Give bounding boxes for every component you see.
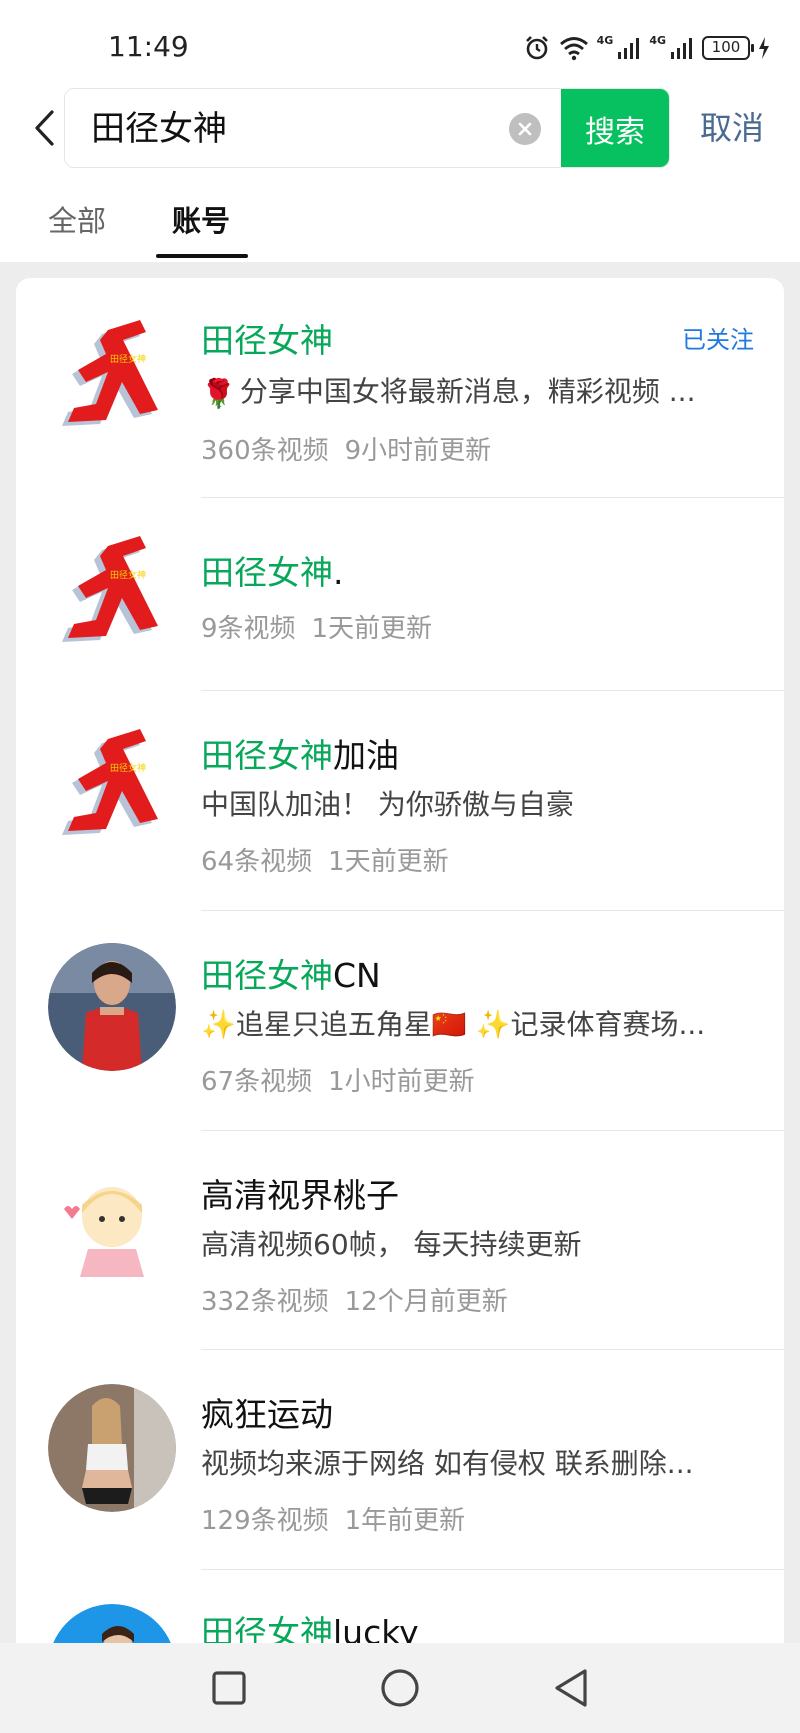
search-input[interactable] — [91, 89, 491, 167]
list-item[interactable]: 田径女神 田径女神. 9条视频 1天前更新 — [16, 498, 784, 691]
avatar: 田径女神 — [62, 320, 158, 426]
results-card: 田径女神 田径女神 已关注 🌹 分享中国女将最新消息，精彩视频 ... 360条视… — [16, 278, 784, 1668]
square-icon — [212, 1671, 246, 1705]
clear-button[interactable] — [509, 113, 541, 145]
tab-bar: 全部 账号 — [0, 196, 800, 262]
avatar — [48, 1384, 176, 1512]
result-description: 🌹 分享中国女将最新消息，精彩视频 ... — [201, 370, 761, 410]
network-type-label: 4G — [649, 34, 666, 47]
close-icon — [518, 122, 532, 136]
back-button[interactable] — [22, 106, 66, 150]
system-navigation-bar — [0, 1643, 800, 1733]
battery-indicator: 100 — [702, 36, 754, 60]
list-item[interactable]: 田径女神 田径女神 已关注 🌹 分享中国女将最新消息，精彩视频 ... 360条视… — [16, 278, 784, 498]
update-time: 12个月前更新 — [344, 1287, 508, 1317]
avatar: 田径女神 — [62, 536, 158, 642]
list-item[interactable]: 高清视界桃子 高清视频60帧， 每天持续更新 332条视频 12个月前更新 — [16, 1131, 784, 1350]
result-title: 高清视界桃子 — [201, 1169, 399, 1217]
recent-apps-button[interactable] — [204, 1663, 254, 1713]
update-time: 1天前更新 — [328, 847, 449, 877]
video-count: 64条视频 — [201, 847, 313, 877]
triangle-back-icon — [555, 1669, 587, 1707]
title-rest-text: . — [333, 553, 344, 592]
avatar — [48, 1165, 176, 1293]
avatar — [48, 943, 176, 1071]
followed-tag[interactable]: 已关注 — [682, 320, 754, 355]
result-title: 田径女神加油 — [201, 729, 399, 777]
title-match-text: 田径女神 — [201, 321, 333, 360]
circle-icon — [381, 1669, 419, 1707]
title-match-text: 田径女神 — [201, 553, 333, 592]
alarm-icon — [523, 34, 551, 62]
title-rest-text: 疯狂运动 — [201, 1395, 333, 1434]
search-row: 搜索 取消 — [0, 88, 800, 168]
status-bar: 11:49 4G 4G 100 — [0, 0, 800, 90]
result-description: ✨追星只追五角星🇨🇳 ✨记录体育赛场... — [201, 1008, 706, 1041]
status-time: 11:49 — [108, 30, 189, 63]
result-description: 视频均来源于网络 如有侵权 联系删除... — [201, 1447, 694, 1480]
rose-icon: 🌹 — [201, 376, 236, 410]
list-item[interactable]: 疯狂运动 视频均来源于网络 如有侵权 联系删除... 129条视频 1年前更新 — [16, 1350, 784, 1570]
video-count: 129条视频 — [201, 1506, 329, 1536]
result-meta: 129条视频 1年前更新 — [201, 1500, 465, 1537]
video-count: 67条视频 — [201, 1067, 313, 1097]
avatar: 田径女神 — [62, 729, 158, 835]
avatar-logo-text: 田径女神 — [110, 353, 146, 365]
avatar-logo-text: 田径女神 — [110, 762, 146, 774]
chevron-left-icon — [35, 110, 54, 146]
result-meta: 360条视频 9小时前更新 — [201, 430, 491, 467]
update-time: 1年前更新 — [344, 1506, 466, 1536]
result-description: 高清视频60帧， 每天持续更新 — [201, 1228, 582, 1261]
title-rest-text: CN — [333, 956, 381, 995]
description-text: 分享中国女将最新消息，精彩视频 ... — [239, 375, 696, 408]
result-meta: 64条视频 1天前更新 — [201, 841, 449, 878]
tab-all[interactable]: 全部 — [48, 196, 106, 262]
result-meta: 9条视频 1天前更新 — [201, 608, 432, 645]
signal-icon — [617, 36, 641, 60]
search-button[interactable]: 搜索 — [561, 89, 669, 167]
home-button[interactable] — [375, 1663, 425, 1713]
signal-icon — [670, 36, 694, 60]
top-area: 11:49 4G 4G 100 田径女神 搜索 取消 全部 账号 — [0, 0, 800, 262]
result-meta: 67条视频 1小时前更新 — [201, 1061, 475, 1098]
cancel-button[interactable]: 取消 — [700, 88, 764, 168]
title-rest-text: 加油 — [333, 736, 399, 775]
list-item[interactable]: 田径女神CN ✨追星只追五角星🇨🇳 ✨记录体育赛场... 67条视频 1小时前更新 — [16, 911, 784, 1131]
result-description: 中国队加油！ 为你骄傲与自豪 — [201, 788, 574, 821]
update-time: 9小时前更新 — [344, 436, 492, 466]
title-match-text: 田径女神 — [201, 956, 333, 995]
tab-accounts[interactable]: 账号 — [172, 196, 230, 262]
video-count: 360条视频 — [201, 436, 329, 466]
video-count: 9条视频 — [201, 614, 296, 644]
charging-icon — [758, 36, 770, 60]
status-icons: 4G 4G 100 — [523, 34, 770, 62]
video-count: 332条视频 — [201, 1287, 329, 1317]
result-title: 田径女神 — [201, 314, 333, 362]
result-title: 疯狂运动 — [201, 1388, 333, 1436]
back-nav-button[interactable] — [546, 1663, 596, 1713]
update-time: 1小时前更新 — [328, 1067, 475, 1097]
search-box: 搜索 — [64, 88, 670, 168]
tab-active-indicator — [156, 254, 248, 258]
result-title: 田径女神. — [201, 546, 344, 594]
network-type-label: 4G — [596, 34, 614, 47]
update-time: 1天前更新 — [311, 614, 433, 644]
title-rest-text: 高清视界桃子 — [201, 1176, 399, 1215]
list-item[interactable]: 田径女神 田径女神加油 中国队加油！ 为你骄傲与自豪 64条视频 1天前更新 — [16, 691, 784, 911]
wifi-icon — [559, 35, 589, 61]
result-meta: 332条视频 12个月前更新 — [201, 1281, 508, 1318]
result-title: 田径女神CN — [201, 949, 381, 997]
title-match-text: 田径女神 — [201, 736, 333, 775]
avatar-logo-text: 田径女神 — [110, 569, 146, 581]
